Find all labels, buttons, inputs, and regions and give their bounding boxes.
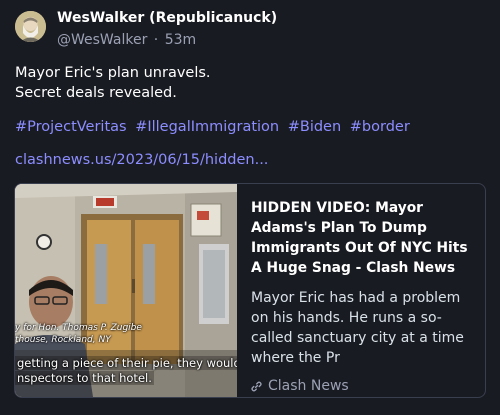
link-preview-card[interactable]: y for Hon. Thomas P. Zugibe thouse, Rock… [14, 183, 486, 398]
hashtag-link[interactable]: #ProjectVeritas [15, 119, 127, 135]
card-description: Mayor Eric has had a problem on his hand… [251, 290, 464, 366]
post-url-link[interactable]: clashnews.us/2023/06/15/hidden... [15, 150, 268, 170]
author-handle[interactable]: @WesWalker [57, 32, 147, 48]
avatar-image [15, 11, 46, 42]
post-time[interactable]: 53m [165, 32, 196, 48]
image-caption-name: y for Hon. Thomas P. Zugibe [15, 323, 142, 333]
post-text: Mayor Eric's plan unravels. Secret deals… [15, 63, 211, 103]
image-caption-location: thouse, Rockland, NY [15, 335, 111, 345]
author-display-name[interactable]: WesWalker (Republicanuck) [57, 9, 277, 27]
image-subtitle-line: getting a piece of their pie, they would [15, 356, 237, 370]
image-subtitle-line: nspectors to that hotel. [15, 371, 154, 385]
meta-separator: · [153, 32, 159, 48]
hashtag-link[interactable]: #Biden [288, 119, 341, 135]
hashtag-link[interactable]: #IllegalImmigration [135, 119, 279, 135]
link-icon [251, 381, 262, 392]
card-source[interactable]: Clash News [251, 377, 479, 395]
post-text-line: Secret deals revealed. [15, 85, 177, 101]
avatar[interactable] [15, 11, 46, 42]
post-text-line: Mayor Eric's plan unravels. [15, 65, 211, 81]
author-meta: @WesWalker · 53m [57, 31, 277, 49]
post: WesWalker (Republicanuck) @WesWalker · 5… [0, 0, 500, 415]
hashtag-link[interactable]: #border [350, 119, 410, 135]
card-source-label: Clash News [268, 378, 349, 394]
post-header: WesWalker (Republicanuck) @WesWalker · 5… [57, 9, 277, 49]
hashtag-list: #ProjectVeritas #IllegalImmigration #Bid… [15, 117, 414, 137]
card-content: HIDDEN VIDEO: Mayor Adams's Plan To Dump… [251, 198, 479, 395]
card-thumbnail[interactable]: y for Hon. Thomas P. Zugibe thouse, Rock… [15, 184, 237, 397]
card-title[interactable]: HIDDEN VIDEO: Mayor Adams's Plan To Dump… [251, 198, 479, 278]
